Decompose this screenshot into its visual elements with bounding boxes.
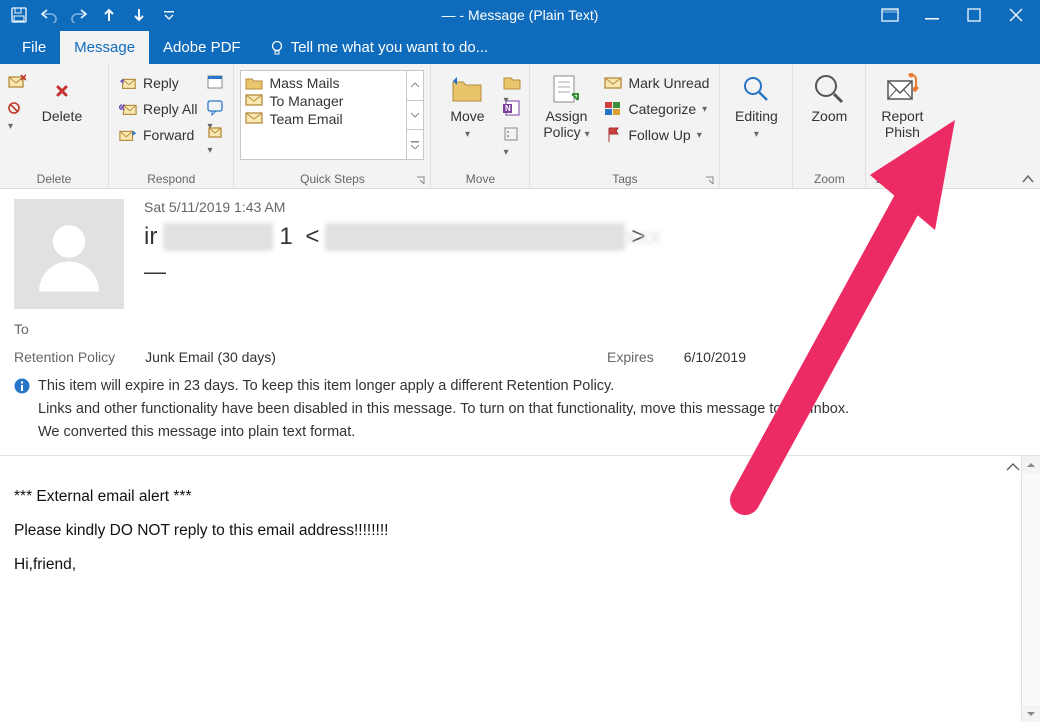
- prev-item-icon[interactable]: [100, 6, 118, 24]
- chevron-down-icon: ▾: [465, 129, 470, 141]
- close-icon[interactable]: [1006, 5, 1026, 25]
- gallery-down-icon[interactable]: [407, 101, 423, 131]
- ribbon-display-icon[interactable]: [880, 5, 900, 25]
- zoom-icon: [812, 72, 846, 106]
- sender-line: irxxxxxxxx1 <xxxxxxxxxxxxxxxxxxxxxxxxxxx…: [144, 223, 1026, 251]
- tab-message[interactable]: Message: [60, 31, 149, 64]
- minimize-icon[interactable]: [922, 5, 942, 25]
- to-label: To: [0, 317, 1040, 341]
- forward-icon: [119, 126, 137, 144]
- junk-icon[interactable]: ▾: [8, 100, 26, 118]
- phish-icon: [885, 72, 919, 106]
- scrollbar[interactable]: [1021, 456, 1040, 722]
- move-button[interactable]: Move▾: [437, 68, 497, 141]
- undo-icon[interactable]: [40, 6, 58, 24]
- flag-icon: [604, 126, 622, 144]
- sender-avatar: [14, 199, 124, 309]
- maximize-icon[interactable]: [964, 5, 984, 25]
- group-label-email-security: Email S…: [872, 170, 932, 186]
- info-bar-text: This item will expire in 23 days. To kee…: [38, 375, 849, 445]
- editing-button[interactable]: Editing▾: [726, 68, 786, 141]
- folder-icon: [245, 76, 263, 90]
- reply-all-icon: [119, 100, 137, 118]
- gallery-up-icon[interactable]: [407, 71, 423, 101]
- quick-steps-gallery[interactable]: Mass Mails To Manager Team Email: [240, 70, 424, 160]
- lightbulb-icon: [269, 40, 285, 56]
- retention-label: Retention Policy: [14, 349, 115, 365]
- redo-icon[interactable]: [70, 6, 88, 24]
- retention-value: Junk Email (30 days): [145, 349, 276, 365]
- move-icon: [450, 72, 484, 106]
- group-label-tags: Tags: [536, 170, 713, 186]
- delete-button[interactable]: Delete: [32, 68, 92, 124]
- more-respond-icon[interactable]: ▾: [207, 126, 225, 144]
- next-item-icon[interactable]: [130, 6, 148, 24]
- tell-me-search[interactable]: Tell me what you want to do...: [255, 31, 503, 64]
- info-icon: [14, 378, 30, 394]
- delete-icon: [45, 72, 79, 106]
- tab-file[interactable]: File: [8, 31, 60, 64]
- onenote-icon[interactable]: N: [503, 100, 521, 118]
- quick-step-team-email[interactable]: Team Email: [245, 111, 405, 127]
- svg-text:N: N: [505, 104, 511, 113]
- zoom-button[interactable]: Zoom: [799, 68, 859, 124]
- reply-icon: [119, 74, 137, 92]
- tell-me-label: Tell me what you want to do...: [291, 39, 489, 56]
- quick-step-mass-mails[interactable]: Mass Mails: [245, 75, 405, 91]
- quick-step-to-manager[interactable]: To Manager: [245, 93, 405, 109]
- ignore-icon[interactable]: [8, 74, 26, 92]
- gallery-more-icon[interactable]: [407, 130, 423, 159]
- qat-customize-icon[interactable]: [160, 6, 178, 24]
- group-label-quicksteps: Quick Steps: [240, 170, 424, 186]
- categorize-icon: [604, 100, 622, 118]
- find-icon: [739, 72, 773, 106]
- group-label-editing: [726, 170, 786, 186]
- dialog-launcher-icon[interactable]: [705, 176, 715, 186]
- envelope-icon: [245, 112, 263, 126]
- policy-icon: [549, 72, 583, 106]
- save-icon[interactable]: [10, 6, 28, 24]
- message-body: *** External email alert *** Please kind…: [0, 456, 1021, 722]
- actions-icon[interactable]: ▾: [503, 126, 521, 144]
- unread-icon: [604, 74, 622, 92]
- scroll-up-icon[interactable]: [1022, 456, 1040, 474]
- follow-up-button[interactable]: Follow Up ▾: [600, 124, 713, 146]
- expires-label: Expires: [607, 349, 654, 365]
- im-icon[interactable]: ▾: [207, 100, 225, 118]
- group-label-delete: Delete: [6, 170, 102, 186]
- forward-button[interactable]: Forward: [115, 124, 201, 146]
- tab-adobe-pdf[interactable]: Adobe PDF: [149, 31, 255, 64]
- categorize-button[interactable]: Categorize ▾: [600, 98, 713, 120]
- group-label-zoom: Zoom: [799, 170, 859, 186]
- collapse-ribbon-icon[interactable]: [1022, 174, 1034, 184]
- reply-all-button[interactable]: Reply All: [115, 98, 201, 120]
- assign-policy-button[interactable]: AssignPolicy ▾: [536, 68, 596, 141]
- group-label-move: Move: [437, 170, 523, 186]
- subject-line: —: [144, 259, 1026, 285]
- reply-button[interactable]: Reply: [115, 72, 201, 94]
- scroll-track[interactable]: [1022, 474, 1040, 705]
- meeting-icon[interactable]: [207, 74, 225, 92]
- report-phish-button[interactable]: ReportPhish: [872, 68, 932, 140]
- rules-icon[interactable]: ▾: [503, 74, 521, 92]
- scroll-down-icon[interactable]: [1022, 705, 1040, 722]
- mark-unread-button[interactable]: Mark Unread: [600, 72, 713, 94]
- expires-value: 6/10/2019: [684, 349, 746, 365]
- received-date: Sat 5/11/2019 1:43 AM: [144, 199, 1026, 215]
- group-label-respond: Respond: [115, 170, 227, 186]
- dialog-launcher-icon[interactable]: [416, 176, 426, 186]
- envelope-icon: [245, 94, 263, 108]
